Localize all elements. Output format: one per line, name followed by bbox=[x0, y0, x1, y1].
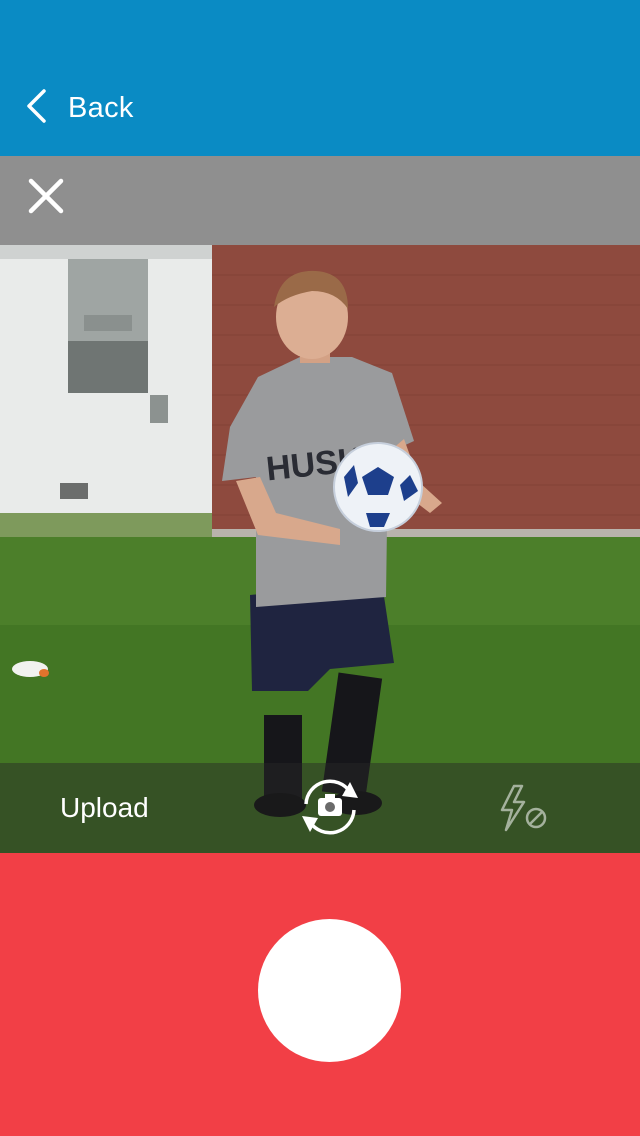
flash-off-icon[interactable] bbox=[498, 784, 552, 832]
close-bar bbox=[0, 156, 640, 245]
camera-preview: HUSKIE bbox=[0, 245, 640, 853]
chevron-left-icon bbox=[24, 88, 48, 129]
upload-button[interactable]: Upload bbox=[60, 785, 149, 831]
nav-bar bbox=[0, 0, 640, 156]
back-button[interactable]: Back bbox=[24, 86, 134, 130]
close-icon bbox=[28, 178, 64, 219]
switch-camera-icon[interactable] bbox=[298, 778, 362, 836]
shutter-button[interactable] bbox=[258, 919, 401, 1062]
back-label: Back bbox=[68, 91, 134, 124]
close-button[interactable] bbox=[24, 176, 68, 220]
